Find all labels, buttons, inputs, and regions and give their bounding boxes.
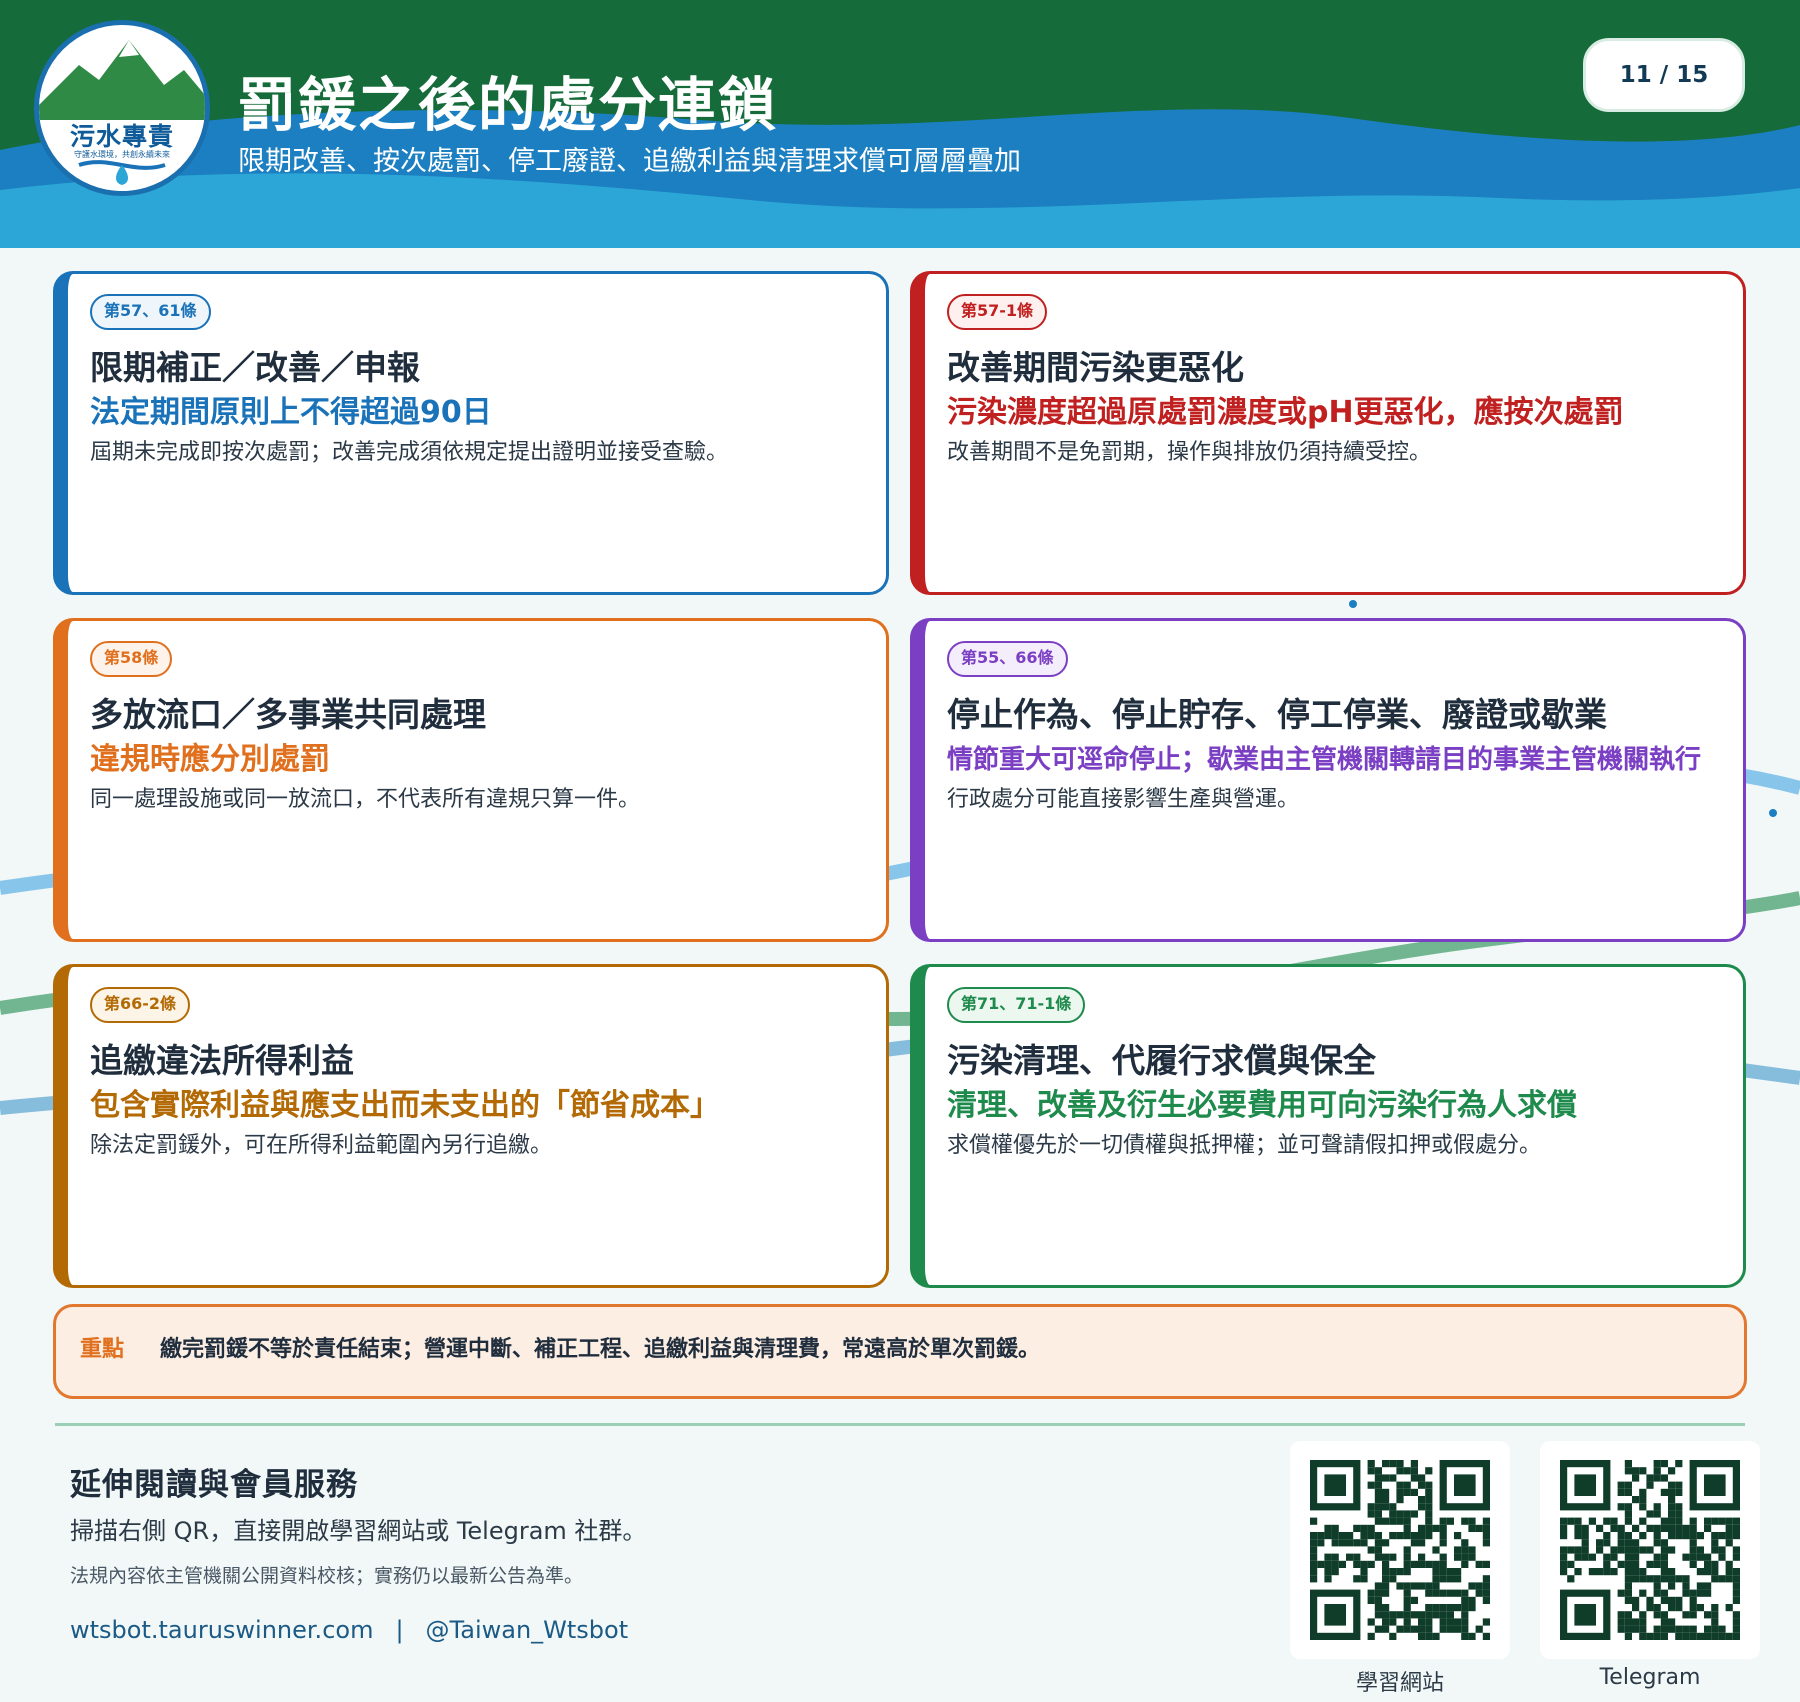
article-badge: 第58條 [90, 641, 173, 677]
page-counter: 11 / 15 [1583, 38, 1745, 112]
key-point-label: 重點 [80, 1337, 125, 1362]
article-badge: 第57-1條 [947, 294, 1048, 330]
telegram-link[interactable]: @Taiwan_Wtsbot [426, 1616, 629, 1644]
key-point-box: 重點 繳完罰鍰不等於責任結束；營運中斷、補正工程、追繳利益與清理費，常遠高於單次… [53, 1304, 1747, 1399]
card-highlight: 法定期間原則上不得超過90日 [90, 395, 492, 430]
card-highlight: 包含實際利益與應支出而未支出的「節省成本」 [90, 1088, 720, 1123]
card-deadline-correction: 第57、61條 限期補正／改善／申報 法定期間原則上不得超過90日 屆期未完成即… [53, 271, 889, 595]
qr-label-telegram: Telegram [1599, 1665, 1701, 1690]
mountain-river-icon [39, 40, 205, 191]
footer-note: 法規內容依主管機關公開資料校核；實務仍以最新公告為準。 [70, 1565, 584, 1587]
footer-links: wtsbot.tauruswinner.com | @Taiwan_Wtsbot [70, 1616, 628, 1644]
card-title: 限期補正／改善／申報 [90, 348, 420, 387]
article-badge: 第57、61條 [90, 294, 211, 330]
card-highlight: 清理、改善及衍生必要費用可向污染行為人求償 [947, 1088, 1577, 1123]
footer-text: 掃描右側 QR，直接開啟學習網站或 Telegram 社群。 [70, 1517, 647, 1545]
card-title: 停止作為、停止貯存、停工停業、廢證或歇業 [947, 695, 1607, 734]
card-highlight: 違規時應分別處罰 [90, 742, 330, 777]
qr-label-website: 學習網站 [1355, 1671, 1444, 1696]
card-cleanup-compensation: 第71、71-1條 污染清理、代履行求償與保全 清理、改善及衍生必要費用可向污染… [910, 964, 1746, 1288]
card-description: 除法定罰鍰外，可在所得利益範圍內另行追繳。 [90, 1133, 553, 1158]
qr-code-icon [1560, 1460, 1740, 1640]
key-point-text: 繳完罰鍰不等於責任結束；營運中斷、補正工程、追繳利益與清理費，常遠高於單次罰鍰。 [160, 1337, 1041, 1362]
website-link[interactable]: wtsbot.tauruswinner.com [70, 1616, 373, 1644]
footer-divider [55, 1423, 1745, 1426]
link-separator: | [395, 1616, 404, 1644]
article-badge: 第71、71-1條 [947, 987, 1086, 1023]
card-description: 屆期未完成即按次處罰；改善完成須依規定提出證明並接受查驗。 [90, 440, 729, 465]
qr-code-telegram[interactable] [1540, 1441, 1760, 1659]
article-badge: 第66-2條 [90, 987, 191, 1023]
card-title: 污染清理、代履行求償與保全 [947, 1041, 1376, 1080]
card-suspension-revocation: 第55、66條 停止作為、停止貯存、停工停業、廢證或歇業 情節重大可逕命停止；歇… [910, 618, 1746, 942]
card-title: 改善期間污染更惡化 [947, 348, 1244, 387]
logo-text: 污水專責 [69, 122, 174, 151]
card-description: 同一處理設施或同一放流口，不代表所有違規只算一件。 [90, 787, 641, 812]
card-illegal-gains: 第66-2條 追繳違法所得利益 包含實際利益與應支出而未支出的「節省成本」 除法… [53, 964, 889, 1288]
footer-title: 延伸閱讀與會員服務 [70, 1467, 358, 1503]
card-pollution-worsening: 第57-1條 改善期間污染更惡化 污染濃度超過原處罰濃度或pH更惡化，應按次處罰… [910, 271, 1746, 595]
card-title: 多放流口／多事業共同處理 [90, 695, 486, 734]
qr-code-icon [1310, 1460, 1490, 1640]
card-multiple-outlets: 第58條 多放流口／多事業共同處理 違規時應分別處罰 同一處理設施或同一放流口，… [53, 618, 889, 942]
page-title: 罰鍰之後的處分連鎖 [238, 71, 779, 139]
logo-tagline: 守護水環境，共創永續未來 [74, 150, 170, 159]
card-description: 改善期間不是免罰期，操作與排放仍須持續受控。 [947, 440, 1432, 465]
article-badge: 第55、66條 [947, 641, 1068, 677]
logo: 污水專責 守護水環境，共創永續未來 [34, 20, 210, 196]
card-highlight: 污染濃度超過原處罰濃度或pH更惡化，應按次處罰 [947, 395, 1624, 430]
card-highlight: 情節重大可逕命停止；歇業由主管機關轉請目的事業主管機關執行 [947, 745, 1702, 775]
card-title: 追繳違法所得利益 [90, 1041, 354, 1080]
card-description: 求償權優先於一切債權與抵押權；並可聲請假扣押或假處分。 [947, 1133, 1542, 1158]
qr-code-website[interactable] [1290, 1441, 1510, 1659]
header-banner: 污水專責 守護水環境，共創永續未來 罰鍰之後的處分連鎖 限期改善、按次處罰、停工… [0, 0, 1800, 248]
card-description: 行政處分可能直接影響生產與營運。 [947, 787, 1300, 812]
page-subtitle: 限期改善、按次處罰、停工廢證、追繳利益與清理求償可層層疊加 [238, 146, 1021, 177]
